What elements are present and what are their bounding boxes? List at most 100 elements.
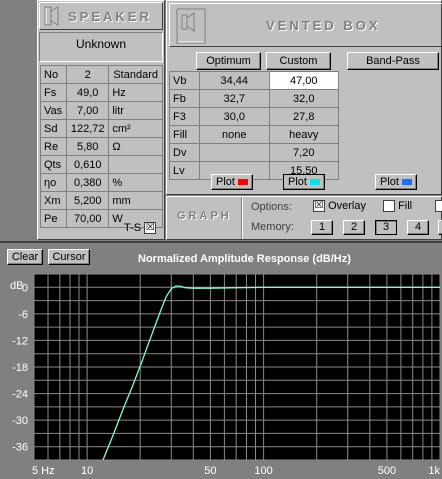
fill-checkbox[interactable]: [383, 200, 395, 213]
extra-checkbox[interactable]: [435, 200, 442, 213]
param-unit: %: [108, 173, 163, 192]
table-row: Sd 122,72 cm²: [39, 119, 163, 138]
fill-toggle-extra: [435, 200, 442, 213]
table-row: Fb 32,7 32,0: [168, 89, 340, 108]
plot-optimum-button[interactable]: Plot: [211, 174, 253, 190]
param-unit: Ω: [108, 137, 163, 156]
table-row: Xm 5,200 mm: [39, 191, 163, 210]
y-tick-label: -36: [12, 442, 28, 454]
memory-button-5[interactable]: [438, 220, 442, 235]
memory-button-1[interactable]: 1: [311, 220, 333, 235]
x-tick-label: 500: [378, 465, 396, 477]
optimum-column-button[interactable]: Optimum: [196, 52, 261, 70]
fill-toggle[interactable]: Fill: [383, 200, 413, 213]
box-row-label: Vb: [168, 71, 201, 90]
box-panel: VENTED BOX Optimum Custom Band-Pass Vb 3…: [166, 0, 442, 195]
optimum-value: none: [199, 125, 270, 144]
y-tick-label: -12: [12, 335, 28, 347]
table-row: Vb 34,44 47,00: [168, 71, 340, 90]
custom-value[interactable]: 32,0: [268, 89, 340, 108]
ts-checkbox[interactable]: ☒: [144, 222, 157, 235]
custom-value[interactable]: heavy: [268, 125, 340, 144]
custom-value[interactable]: 27,8: [268, 107, 340, 126]
x-tick-label: 10: [81, 465, 93, 477]
plot-custom-button[interactable]: Plot: [283, 174, 325, 190]
graph-divider: [241, 197, 243, 239]
fill-label: Fill: [398, 200, 413, 212]
param-value[interactable]: 49,0: [66, 83, 110, 102]
table-row: Fs 49,0 Hz: [39, 83, 163, 102]
standard-label: Standard: [108, 65, 163, 84]
custom-value[interactable]: 47,00: [268, 71, 340, 90]
box-row-label: Fb: [168, 89, 201, 108]
table-row: ηo 0,380 %: [39, 173, 163, 192]
speaker-icon: [44, 6, 59, 26]
table-row: Qts 0,610: [39, 155, 163, 174]
table-row: No 2 Standard: [39, 65, 163, 84]
optimum-value: 34,44: [199, 71, 270, 90]
param-value[interactable]: 70,00: [66, 209, 110, 228]
speaker-panel: SPEAKER Unknown No 2 Standard Fs 49,0 Hz…: [37, 0, 165, 240]
table-row: Re 5,80 Ω: [39, 137, 163, 156]
no-value[interactable]: 2: [66, 65, 110, 84]
param-value[interactable]: 122,72: [66, 119, 110, 138]
speaker-name-field[interactable]: Unknown: [39, 32, 163, 62]
y-tick-label: -18: [12, 362, 28, 374]
optimum-value: [199, 143, 270, 162]
param-value[interactable]: 0,610: [66, 155, 110, 174]
ts-toggle[interactable]: T-S ☒: [124, 222, 157, 235]
param-unit: litr: [108, 101, 163, 120]
param-value[interactable]: 7,00: [66, 101, 110, 120]
chart-panel: Clear Cursor Normalized Amplitude Respon…: [0, 241, 442, 477]
memory-button-4[interactable]: 4: [407, 220, 429, 235]
box-row-label: Dv: [168, 143, 201, 162]
speaker-params-table: No 2 Standard Fs 49,0 Hz Vas 7,00 litr S…: [39, 65, 163, 228]
plot-color-swatch: [238, 179, 249, 186]
x-tick-label: 1k: [428, 465, 440, 477]
custom-value[interactable]: 7,20: [268, 143, 340, 162]
param-label: Re: [39, 137, 68, 156]
plot-color-swatch: [310, 179, 321, 186]
overlay-toggle[interactable]: ☒ Overlay: [313, 200, 366, 213]
box-title: VENTED BOX: [266, 18, 381, 33]
y-tick-label: -24: [12, 389, 28, 401]
options-label: Options:: [251, 201, 292, 213]
param-value[interactable]: 0,380: [66, 173, 110, 192]
table-row: Dv 7,20: [168, 143, 340, 162]
no-label: No: [39, 65, 68, 84]
overlay-checkbox[interactable]: ☒: [313, 200, 325, 213]
graph-title: GRAPH: [177, 210, 232, 222]
box-row-label: Fill: [168, 125, 201, 144]
x-tick-label: 100: [254, 465, 272, 477]
param-value[interactable]: 5,80: [66, 137, 110, 156]
param-unit: Hz: [108, 83, 163, 102]
plot-bandpass-button[interactable]: Plot: [375, 174, 417, 190]
table-row: Fill none heavy: [168, 125, 340, 144]
memory-button-3[interactable]: 3: [375, 220, 397, 235]
box-row-label: Lv: [168, 161, 201, 180]
ts-label: T-S: [124, 222, 142, 234]
param-value[interactable]: 5,200: [66, 191, 110, 210]
graph-options-panel: GRAPH Options: ☒ Overlay Fill Memory: 1 …: [166, 196, 442, 240]
y-tick-label: -6: [18, 309, 28, 321]
plot-label: Plot: [379, 176, 399, 188]
param-label: Vas: [39, 101, 68, 120]
param-unit: mm: [108, 191, 163, 210]
amplitude-chart[interactable]: 0 -6 -12 -18 -24 -30 -36 5 Hz 10 50 100 500 1k: [0, 243, 442, 479]
param-label: ηo: [39, 173, 68, 192]
custom-column-button[interactable]: Custom: [266, 52, 331, 70]
speaker-name: Unknown: [75, 37, 127, 51]
memory-button-2[interactable]: 2: [343, 220, 365, 235]
table-row: F3 30,0 27,8: [168, 107, 340, 126]
box-title-bar: VENTED BOX: [169, 3, 442, 47]
speaker-title-bar: SPEAKER: [39, 2, 163, 30]
optimum-value: 30,0: [199, 107, 270, 126]
speaker-title: SPEAKER: [68, 9, 152, 24]
param-label: Sd: [39, 119, 68, 138]
plot-label: Plot: [215, 176, 235, 188]
x-tick-label: 5 Hz: [32, 465, 55, 477]
plot-label: Plot: [287, 176, 307, 188]
y-tick-label: -30: [12, 415, 28, 427]
plot-color-swatch: [402, 179, 413, 186]
band-pass-button[interactable]: Band-Pass: [347, 52, 439, 70]
